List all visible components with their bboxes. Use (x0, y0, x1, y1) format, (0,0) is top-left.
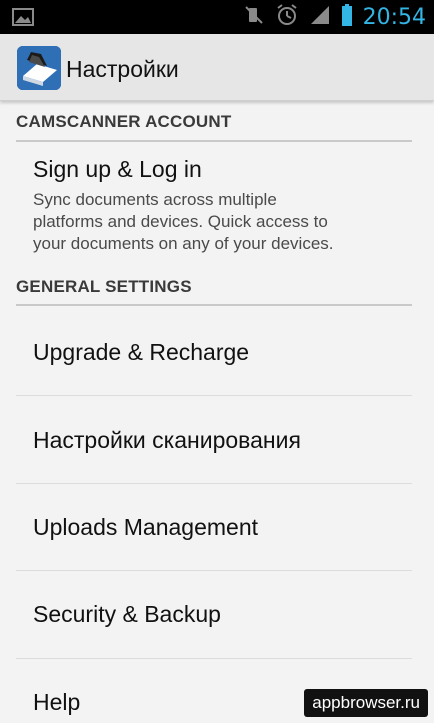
camscanner-logo-icon[interactable] (17, 46, 61, 90)
watermark-label: appbrowser.ru (304, 689, 428, 717)
preference-upgrade-recharge[interactable]: Upgrade & Recharge (33, 339, 249, 366)
summary-line: Sync documents across multiple (33, 190, 277, 209)
settings-list: CAMSCANNER ACCOUNT Sign up & Log in Sync… (0, 101, 434, 723)
preference-help[interactable]: Help (33, 689, 80, 716)
preference-title: Sign up & Log in (33, 156, 202, 182)
image-icon (12, 8, 34, 31)
section-divider (16, 140, 412, 142)
preference-summary: Sync documents across multiple platforms… (33, 189, 403, 255)
preference-security-backup[interactable]: Security & Backup (33, 601, 221, 628)
clock-time: 20:54 (362, 4, 426, 30)
preference-uploads-management[interactable]: Uploads Management (33, 514, 258, 541)
preference-scan-settings[interactable]: Настройки сканирования (33, 427, 301, 454)
list-divider (16, 658, 412, 659)
section-divider (16, 304, 412, 306)
action-bar: Настройки (0, 34, 434, 101)
mute-icon (243, 4, 265, 31)
summary-line: platforms and devices. Quick access to (33, 212, 328, 231)
section-header-account: CAMSCANNER ACCOUNT (16, 112, 232, 131)
alarm-icon (275, 3, 299, 32)
page-title: Настройки (66, 56, 179, 82)
summary-line: your documents on any of your devices. (33, 234, 334, 253)
section-header-general: GENERAL SETTINGS (16, 277, 192, 296)
battery-icon (341, 3, 353, 31)
status-bar: 20:54 (0, 0, 434, 34)
list-divider (16, 483, 412, 484)
list-divider (16, 395, 412, 396)
signal-icon (309, 4, 331, 31)
list-divider (16, 570, 412, 571)
